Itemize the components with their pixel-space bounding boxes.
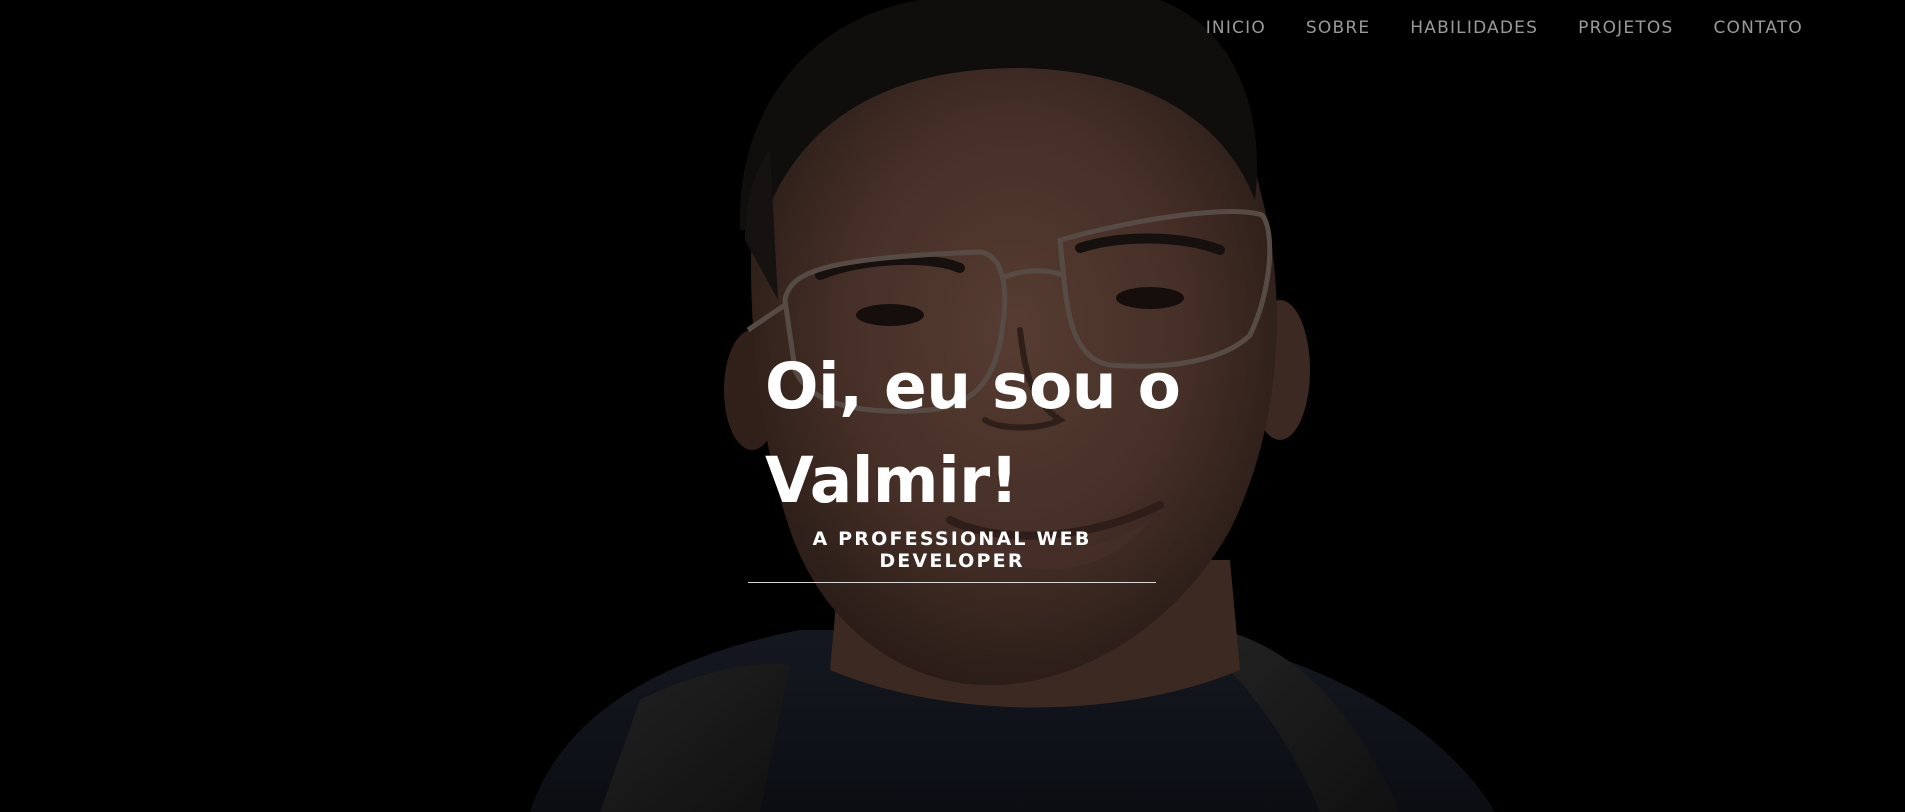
hero-title-line2: Valmir! [765,444,1018,517]
hero-title-line1: Oi, eu sou o [765,350,1181,423]
nav-item-sobre[interactable]: SOBRE [1306,18,1370,38]
main-nav: INICIO SOBRE HABILIDADES PROJETOS CONTAT… [1166,18,1803,38]
nav-item-inicio[interactable]: INICIO [1206,18,1266,38]
nav-item-habilidades[interactable]: HABILIDADES [1410,18,1538,38]
hero-subtitle: A PROFESSIONAL WEB DEVELOPER [748,528,1156,583]
nav-item-contato[interactable]: CONTATO [1713,18,1803,38]
hero-section: INICIO SOBRE HABILIDADES PROJETOS CONTAT… [0,0,1905,812]
hero-title: Oi, eu sou o Valmir! [765,340,1185,528]
nav-item-projetos[interactable]: PROJETOS [1578,18,1673,38]
